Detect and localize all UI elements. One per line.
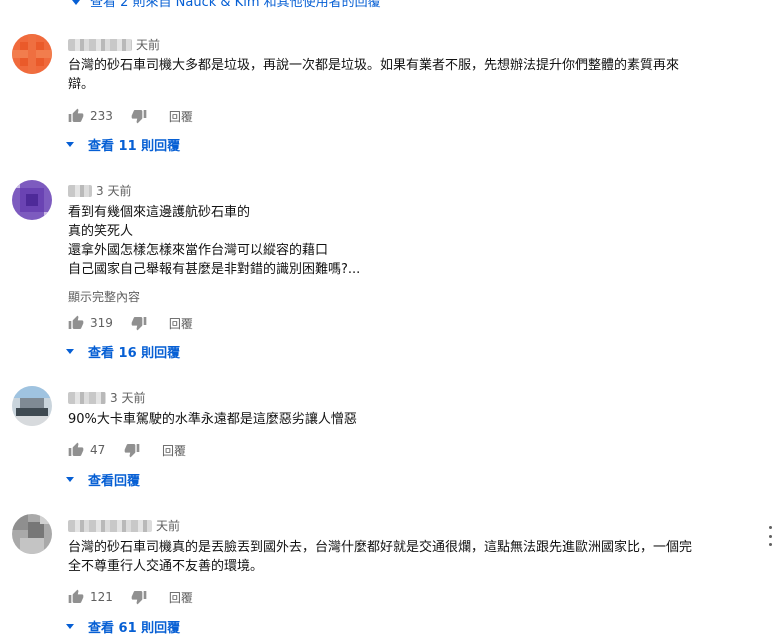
view-replies-button[interactable]: 查看回覆: [66, 469, 140, 489]
author-name-blurred[interactable]: [68, 184, 92, 197]
comment-actions: 233 回覆: [68, 106, 193, 126]
author-name-blurred[interactable]: [68, 391, 106, 404]
view-replies-label: 查看回覆: [88, 473, 141, 489]
comment-text: 看到有幾個來這邊護航砂石車的 真的笑死人 還拿外國怎樣怎樣來當作台灣可以縱容的藉…: [68, 203, 736, 279]
comment-text-line: 自己國家自己舉報有甚麼是非對錯的識別困難嗎?...: [68, 262, 361, 277]
like-count: 319: [90, 316, 113, 330]
comment-text-line: 看到有幾個來這邊護航砂石車的: [68, 205, 251, 220]
thumb-up-icon[interactable]: [68, 442, 84, 458]
comment-author: 3 天前: [68, 182, 131, 199]
comment-actions: 47 回覆: [68, 440, 186, 460]
thumb-up-icon[interactable]: [68, 315, 84, 331]
reply-button[interactable]: 回覆: [169, 108, 193, 125]
comment-author: 天前: [68, 36, 160, 53]
comment-text-line: 真的笑死人: [68, 224, 134, 239]
caret-down-icon: [66, 141, 74, 147]
author-name-blurred[interactable]: [68, 38, 132, 51]
comment-time[interactable]: 天前: [136, 36, 160, 53]
view-replies-partial-label: 查看 2 則來自 Nauck & Kim 和其他使用者的回覆: [90, 0, 381, 10]
thumb-down-icon[interactable]: [131, 589, 147, 605]
comment-actions: 121 回覆: [68, 587, 193, 607]
reply-button[interactable]: 回覆: [169, 315, 193, 332]
thumb-up-icon[interactable]: [68, 108, 84, 124]
reply-button[interactable]: 回覆: [169, 589, 193, 606]
comment-author: 天前: [68, 517, 180, 534]
comment-text-line: 90%大卡車駕駛的水準永遠都是這麼惡劣讓人憎惡: [68, 412, 357, 427]
comment-text-line: 還拿外國怎樣怎樣來當作台灣可以縱容的藉口: [68, 243, 329, 258]
avatar[interactable]: [12, 514, 52, 554]
like-count: 121: [90, 590, 113, 604]
reply-button[interactable]: 回覆: [162, 442, 186, 459]
caret-down-icon: [72, 0, 80, 5]
caret-down-icon: [66, 348, 74, 354]
view-replies-button[interactable]: 查看 11 則回覆: [66, 134, 180, 154]
thumb-up-icon[interactable]: [68, 589, 84, 605]
comment-text-line: 全不尊重行人交通不友善的環境。: [68, 559, 264, 574]
comment-text-line: 台灣的砂石車司機真的是丟臉丟到國外去，台灣什麼都好就是交通很爛，這點無法跟先進歐…: [68, 540, 693, 555]
author-name-blurred[interactable]: [68, 519, 152, 532]
avatar[interactable]: [12, 386, 52, 426]
view-replies-label: 查看 11 則回覆: [88, 138, 181, 154]
comment-text-line: 辯。: [68, 77, 95, 92]
view-replies-partial[interactable]: 查看 2 則來自 Nauck & Kim 和其他使用者的回覆: [72, 0, 381, 10]
thumb-down-icon[interactable]: [124, 442, 140, 458]
comment-text: 90%大卡車駕駛的水準永遠都是這麼惡劣讓人憎惡: [68, 410, 736, 429]
comment-time[interactable]: 天前: [156, 517, 180, 534]
comment-time[interactable]: 3 天前: [96, 182, 131, 199]
thumb-down-icon[interactable]: [131, 315, 147, 331]
caret-down-icon: [66, 623, 74, 629]
comment-text-line: 台灣的砂石車司機大多都是垃圾，再說一次都是垃圾。如果有業者不服，先想辦法提升你們…: [68, 58, 680, 73]
show-more-link[interactable]: 顯示完整內容: [68, 288, 140, 305]
comment-time[interactable]: 3 天前: [110, 389, 145, 406]
view-replies-button[interactable]: 查看 16 則回覆: [66, 341, 180, 361]
view-replies-label: 查看 16 則回覆: [88, 345, 181, 361]
view-replies-button[interactable]: 查看 61 則回覆: [66, 616, 180, 636]
comment-text: 台灣的砂石車司機大多都是垃圾，再說一次都是垃圾。如果有業者不服，先想辦法提升你們…: [68, 56, 736, 94]
like-count: 47: [90, 443, 106, 457]
comment-text: 台灣的砂石車司機真的是丟臉丟到國外去，台灣什麼都好就是交通很爛，這點無法跟先進歐…: [68, 538, 736, 576]
comment-author: 3 天前: [68, 389, 145, 406]
avatar[interactable]: [12, 180, 52, 220]
comment-actions: 319 回覆: [68, 313, 193, 333]
more-vert-icon[interactable]: [766, 526, 774, 546]
avatar[interactable]: [12, 34, 52, 74]
like-count: 233: [90, 109, 113, 123]
view-replies-label: 查看 61 則回覆: [88, 620, 181, 636]
thumb-down-icon[interactable]: [131, 108, 147, 124]
caret-down-icon: [66, 476, 74, 482]
